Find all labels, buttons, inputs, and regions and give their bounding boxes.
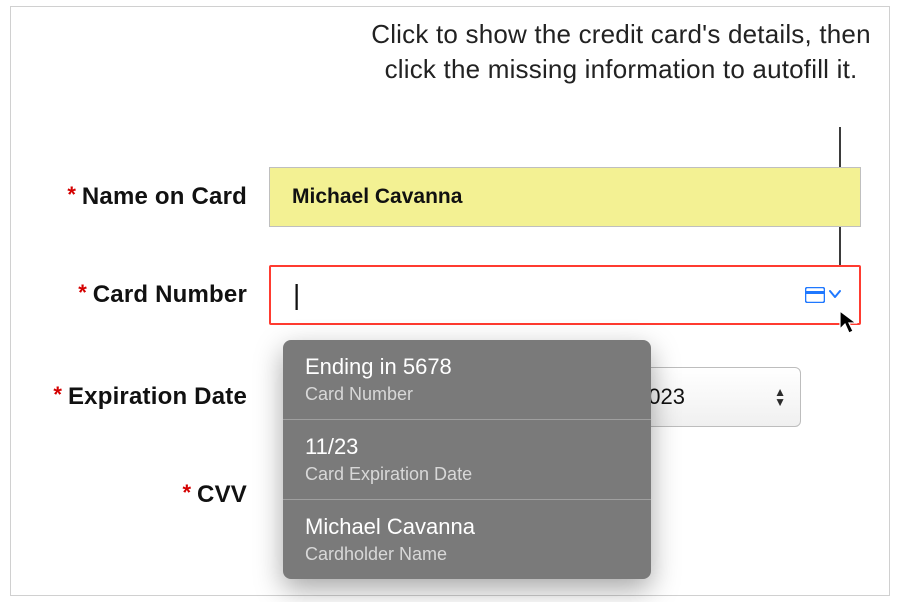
autofill-item-sub: Card Number [305, 384, 629, 405]
autofill-dropdown: Ending in 5678 Card Number 11/23 Card Ex… [283, 340, 651, 579]
callout-text: Click to show the credit card's details,… [351, 17, 891, 87]
name-on-card-input[interactable]: Michael Cavanna [269, 167, 861, 227]
label-text-card-number: Card Number [93, 281, 247, 309]
label-card-number: * Card Number [11, 281, 257, 309]
autofill-item-sub: Cardholder Name [305, 544, 629, 565]
autofill-item-main: Ending in 5678 [305, 354, 629, 380]
label-text-expiration-date: Expiration Date [68, 383, 247, 411]
autofill-trigger[interactable] [805, 286, 841, 304]
label-name-on-card: * Name on Card [11, 183, 257, 211]
name-on-card-value: Michael Cavanna [292, 185, 462, 209]
label-text-cvv: CVV [197, 481, 247, 509]
required-mark: * [78, 282, 87, 304]
updown-stepper-icon: ▲▼ [774, 388, 786, 407]
autofill-item-sub: Card Expiration Date [305, 464, 629, 485]
label-text-name-on-card: Name on Card [82, 183, 247, 211]
autofill-item-main: 11/23 [305, 434, 629, 460]
credit-card-icon [805, 287, 825, 303]
required-mark: * [67, 184, 76, 206]
text-caret: | [293, 279, 300, 311]
autofill-item-main: Michael Cavanna [305, 514, 629, 540]
card-number-input[interactable]: | [269, 265, 861, 325]
form-panel: Click to show the credit card's details,… [10, 6, 890, 596]
label-cvv: * CVV [11, 481, 257, 509]
label-expiration-date: * Expiration Date [11, 383, 257, 411]
chevron-down-icon [829, 286, 841, 304]
autofill-item-cardholder[interactable]: Michael Cavanna Cardholder Name [283, 500, 651, 579]
row-name-on-card: * Name on Card Michael Cavanna [11, 167, 871, 227]
required-mark: * [53, 384, 62, 406]
autofill-item-expiration[interactable]: 11/23 Card Expiration Date [283, 420, 651, 500]
row-card-number: * Card Number | [11, 265, 871, 325]
autofill-item-card-number[interactable]: Ending in 5678 Card Number [283, 340, 651, 420]
required-mark: * [182, 482, 191, 504]
